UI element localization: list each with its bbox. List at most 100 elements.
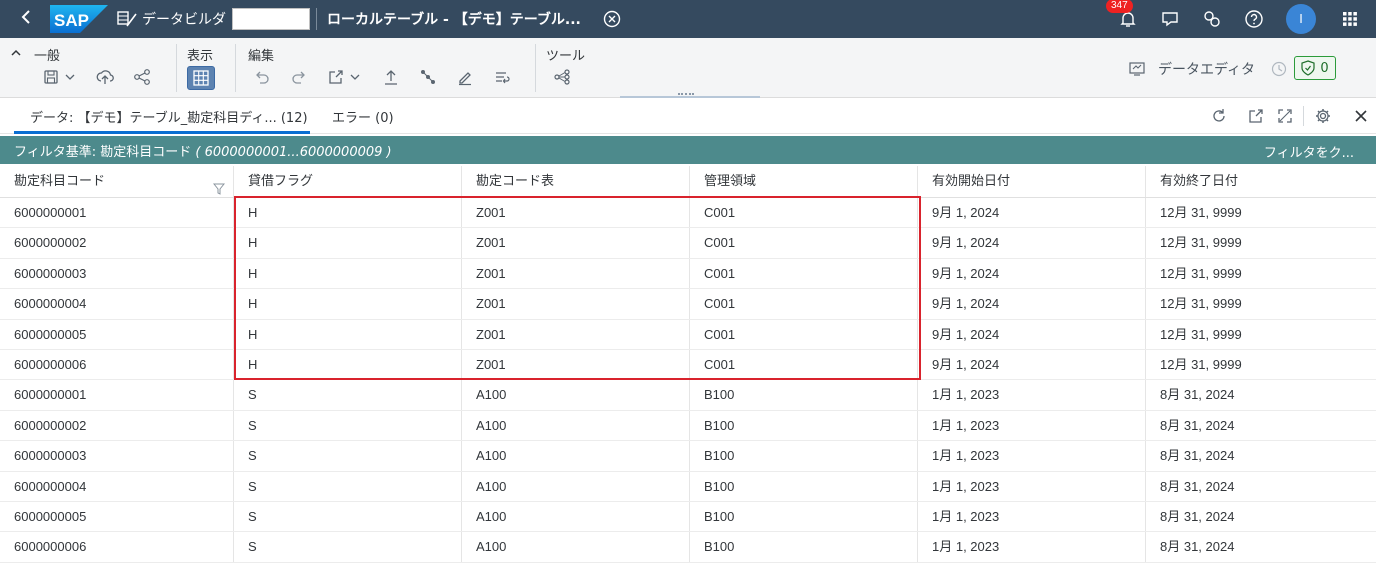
column-header-valid-from[interactable]: 有効開始日付 — [918, 166, 1146, 197]
table-cell[interactable]: C001 — [690, 198, 918, 228]
table-cell[interactable]: 1月 1, 2023 — [918, 471, 1146, 501]
notifications-icon[interactable]: 347 — [1106, 0, 1138, 29]
table-row[interactable]: 6000000004 H Z001 C001 9月 1, 2024 12月 31, 999… — [0, 289, 1376, 320]
undo-icon[interactable] — [253, 68, 271, 86]
table-cell[interactable]: 6000000003 — [0, 441, 234, 471]
table-cell[interactable]: 12月 31, 9999 — [1146, 350, 1376, 379]
table-cell[interactable]: 6000000006 — [0, 349, 234, 380]
table-cell[interactable]: A100 — [462, 410, 690, 441]
table-cell[interactable]: 6000000001 — [0, 198, 234, 228]
refresh-icon[interactable] — [1210, 107, 1228, 125]
collapse-chevron-icon[interactable] — [10, 47, 22, 59]
validation-status-button[interactable]: 0 — [1294, 56, 1336, 80]
table-view-button[interactable] — [187, 66, 215, 90]
space-name-field[interactable] — [232, 8, 310, 30]
table-cell[interactable]: 9月 1, 2024 — [918, 228, 1146, 258]
table-cell[interactable]: Z001 — [462, 228, 690, 258]
table-cell[interactable]: Z001 — [462, 258, 690, 289]
table-cell[interactable]: A100 — [462, 532, 690, 562]
help-icon[interactable] — [1244, 9, 1264, 29]
table-cell[interactable]: 9月 1, 2024 — [918, 319, 1146, 349]
table-cell[interactable]: H — [234, 258, 462, 289]
column-header-account-code[interactable]: 勘定科目コード — [0, 166, 234, 197]
table-cell[interactable]: Z001 — [462, 349, 690, 380]
table-cell[interactable]: H — [234, 228, 462, 258]
table-cell[interactable]: 8月 31, 2024 — [1146, 411, 1376, 440]
table-cell[interactable]: 1月 1, 2023 — [918, 380, 1146, 410]
table-row[interactable]: 6000000005 S A100 B100 1月 1, 2023 8月 31, 2024 — [0, 501, 1376, 533]
back-icon[interactable] — [14, 9, 38, 30]
share-icon[interactable] — [133, 68, 151, 86]
table-cell[interactable]: B100 — [690, 471, 918, 501]
table-cell[interactable]: Z001 — [462, 289, 690, 319]
table-cell[interactable]: 1月 1, 2023 — [918, 501, 1146, 532]
history-clock-icon[interactable] — [1271, 61, 1287, 77]
table-cell[interactable]: Z001 — [462, 319, 690, 349]
feedback-icon[interactable] — [1160, 9, 1180, 29]
table-cell[interactable]: 12月 31, 9999 — [1146, 289, 1376, 318]
table-cell[interactable]: 1月 1, 2023 — [918, 441, 1146, 471]
table-cell[interactable]: S — [234, 532, 462, 562]
table-row[interactable]: 6000000004 S A100 B100 1月 1, 2023 8月 31, 2024 — [0, 471, 1376, 502]
data-flow-icon[interactable] — [553, 68, 571, 86]
table-cell[interactable]: 8月 31, 2024 — [1146, 472, 1376, 501]
tab-errors[interactable]: エラー (0) — [332, 107, 394, 126]
table-cell[interactable]: 1月 1, 2023 — [918, 410, 1146, 441]
table-cell[interactable]: 6000000004 — [0, 471, 234, 501]
table-row[interactable]: 6000000003 H Z001 C001 9月 1, 2024 12月 31, 999… — [0, 258, 1376, 290]
app-name[interactable]: データビルダ — [142, 9, 226, 29]
table-cell[interactable]: 12月 31, 9999 — [1146, 198, 1376, 227]
table-cell[interactable]: C001 — [690, 349, 918, 380]
table-cell[interactable]: 6000000001 — [0, 380, 234, 410]
table-cell[interactable]: S — [234, 471, 462, 501]
close-panel-icon[interactable] — [1352, 107, 1370, 125]
settings-gear-icon[interactable] — [1314, 107, 1332, 125]
table-row[interactable]: 6000000002 S A100 B100 1月 1, 2023 8月 31, 2024 — [0, 410, 1376, 442]
table-cell[interactable]: 8月 31, 2024 — [1146, 441, 1376, 470]
table-row[interactable]: 6000000001 H Z001 C001 9月 1, 2024 12月 31, 999… — [0, 198, 1376, 229]
table-cell[interactable]: B100 — [690, 410, 918, 441]
table-cell[interactable]: 12月 31, 9999 — [1146, 320, 1376, 349]
table-cell[interactable]: 6000000004 — [0, 289, 234, 319]
impact-lineage-icon[interactable] — [419, 68, 437, 86]
table-cell[interactable]: C001 — [690, 228, 918, 258]
clear-filter-link[interactable]: フィルタをク... — [1264, 142, 1354, 161]
close-document-icon[interactable] — [603, 10, 621, 28]
table-cell[interactable]: 9月 1, 2024 — [918, 289, 1146, 319]
table-cell[interactable]: 9月 1, 2024 — [918, 349, 1146, 380]
table-cell[interactable]: 6000000006 — [0, 532, 234, 562]
table-cell[interactable]: S — [234, 441, 462, 471]
table-cell[interactable]: A100 — [462, 471, 690, 501]
table-cell[interactable]: B100 — [690, 441, 918, 471]
table-row[interactable]: 6000000001 S A100 B100 1月 1, 2023 8月 31, 2024 — [0, 380, 1376, 411]
table-cell[interactable]: S — [234, 410, 462, 441]
table-cell[interactable]: C001 — [690, 258, 918, 289]
table-cell[interactable]: H — [234, 349, 462, 380]
upload-icon[interactable] — [382, 68, 400, 86]
table-cell[interactable]: 12月 31, 9999 — [1146, 228, 1376, 257]
sap-logo[interactable]: SAP — [50, 5, 108, 33]
table-cell[interactable]: 9月 1, 2024 — [918, 198, 1146, 228]
splitter-handle[interactable] — [678, 93, 694, 96]
edit-pencil-icon[interactable] — [456, 68, 474, 86]
data-editor-toggle[interactable]: データエディタ — [1128, 59, 1287, 79]
save-menu-chevron-icon[interactable] — [64, 68, 76, 86]
table-cell[interactable]: B100 — [690, 380, 918, 410]
table-cell[interactable]: S — [234, 501, 462, 532]
table-cell[interactable]: 6000000005 — [0, 319, 234, 349]
table-cell[interactable]: H — [234, 198, 462, 228]
table-cell[interactable]: A100 — [462, 380, 690, 410]
table-row[interactable]: 6000000006 S A100 B100 1月 1, 2023 8月 31, 2024 — [0, 532, 1376, 563]
column-header-chart-of-accounts[interactable]: 勘定コード表 — [462, 166, 690, 197]
table-cell[interactable]: S — [234, 380, 462, 410]
column-filter-icon[interactable] — [212, 176, 226, 195]
save-icon[interactable] — [42, 68, 60, 86]
column-header-debit-credit[interactable]: 貸借フラグ — [234, 166, 462, 197]
table-cell[interactable]: 6000000002 — [0, 228, 234, 258]
column-header-valid-to[interactable]: 有効終了日付 — [1146, 166, 1376, 197]
sort-lines-icon[interactable] — [493, 68, 511, 86]
table-row[interactable]: 6000000005 H Z001 C001 9月 1, 2024 12月 31, 999… — [0, 319, 1376, 350]
table-cell[interactable]: 9月 1, 2024 — [918, 258, 1146, 289]
table-cell[interactable]: 6000000002 — [0, 410, 234, 441]
table-cell[interactable]: Z001 — [462, 198, 690, 228]
